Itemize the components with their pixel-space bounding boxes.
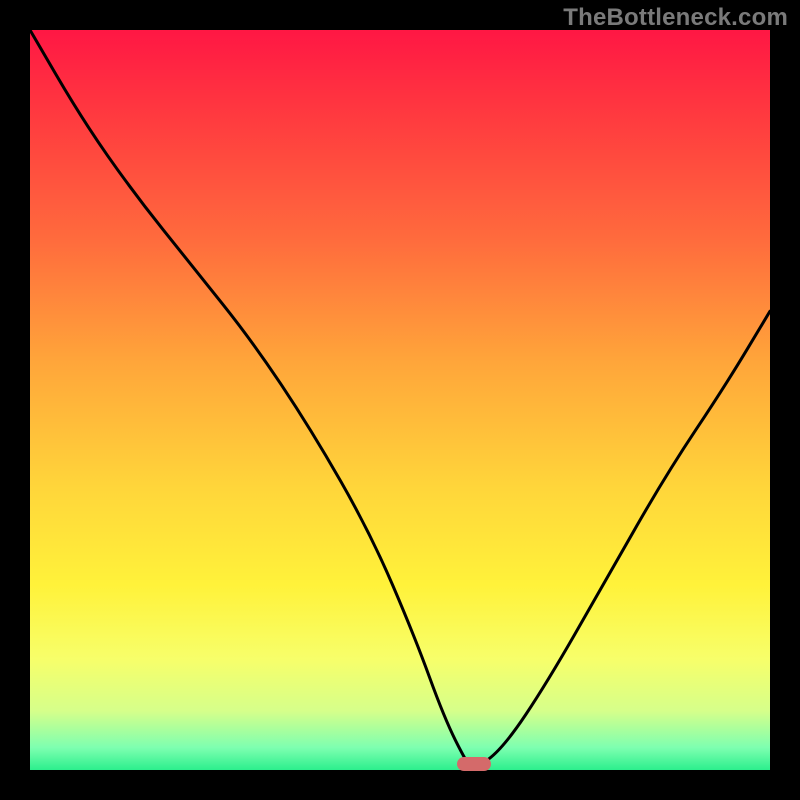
minimum-marker xyxy=(457,757,491,771)
chart-frame: TheBottleneck.com xyxy=(0,0,800,800)
gradient-background xyxy=(30,30,770,770)
chart-plot xyxy=(30,30,770,770)
watermark-label: TheBottleneck.com xyxy=(563,4,788,32)
